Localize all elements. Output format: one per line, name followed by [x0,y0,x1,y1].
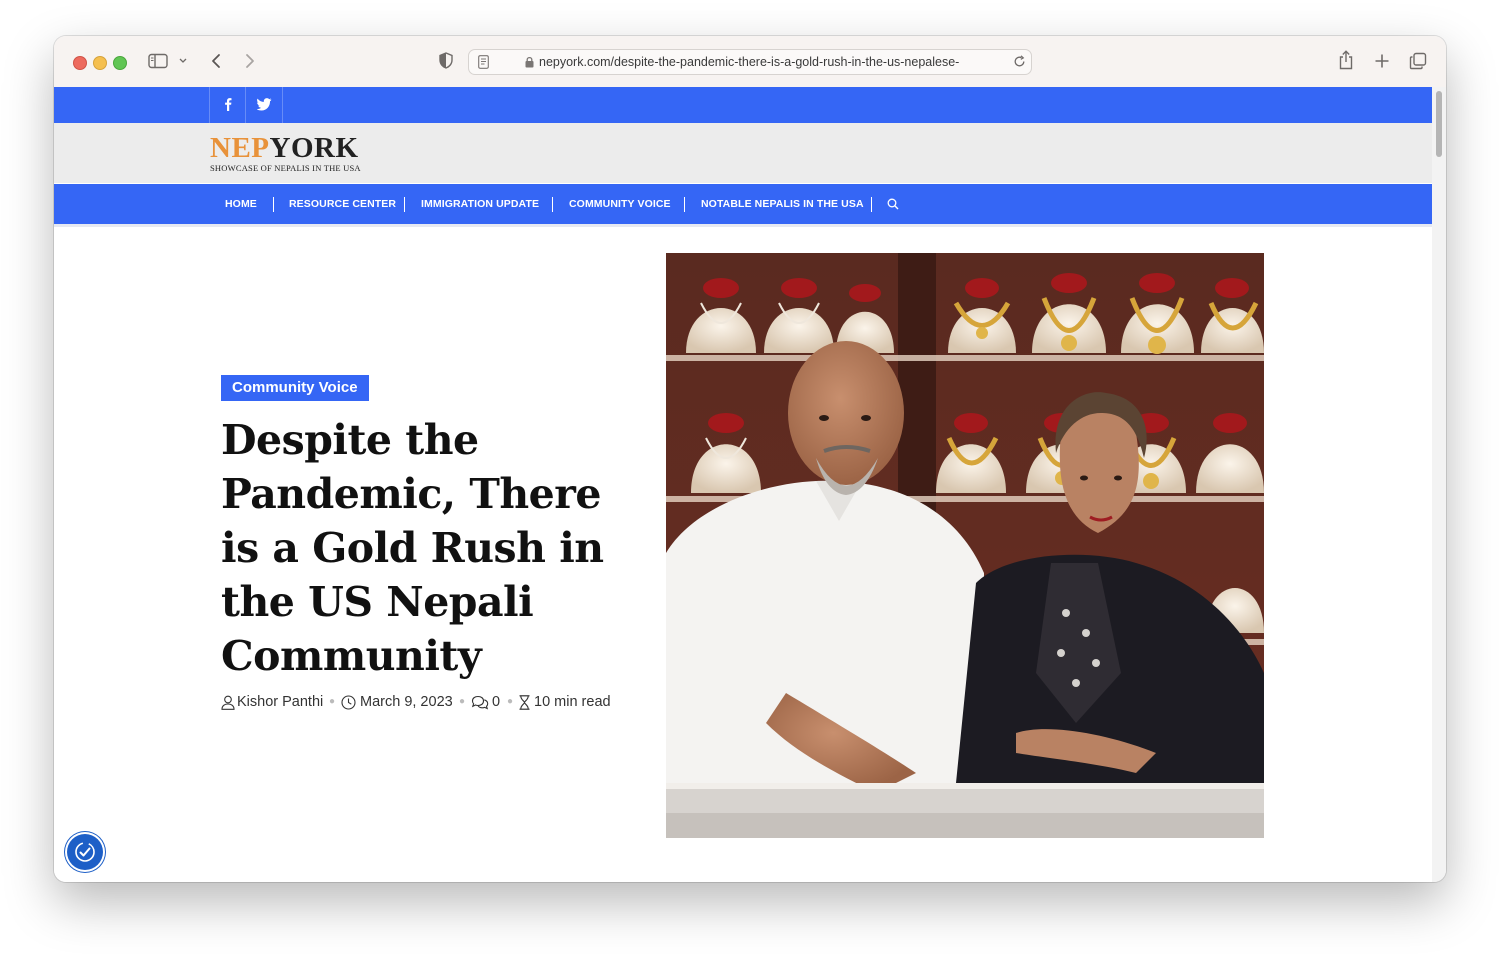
user-icon [221,695,235,710]
clock-icon [341,695,356,710]
meta-separator: ● [329,696,336,707]
twitter-link[interactable] [245,87,283,123]
publish-date: March 9, 2023 [360,694,453,710]
accessibility-icon [75,842,95,862]
facebook-link[interactable] [209,87,246,123]
reader-mode-icon[interactable] [478,55,489,69]
nav-item-notable-nepalis[interactable]: NOTABLE NEPALIS IN THE USA [701,184,864,224]
forward-icon[interactable] [244,53,256,69]
nav-separator [684,197,685,212]
logo-york: YORK [269,132,359,164]
sidebar-toggle-icon[interactable] [148,53,168,69]
nav-item-community-voice[interactable]: COMMUNITY VOICE [569,184,671,224]
site-header: NEPYORK SHOWCASE OF NEPALIS IN THE USA [54,123,1432,183]
hero-image [666,253,1264,838]
comments-icon [471,695,489,710]
new-tab-icon[interactable] [1374,53,1390,69]
nav-separator [552,197,553,212]
hourglass-icon [519,695,530,710]
nav-divider [54,224,1432,227]
category-badge[interactable]: Community Voice [221,375,369,401]
social-top-bar [54,87,1432,123]
site-logo[interactable]: NEPYORK SHOWCASE OF NEPALIS IN THE USA [210,133,361,173]
browser-window: nepyork.com/despite-the-pandemic-there-i… [54,36,1446,882]
browser-toolbar: nepyork.com/despite-the-pandemic-there-i… [54,36,1446,88]
author-name[interactable]: Kishor Panthi [237,691,323,713]
close-window-button[interactable] [73,56,87,70]
meta-separator: ● [507,696,514,707]
accessibility-button[interactable] [67,834,103,870]
back-icon[interactable] [210,53,222,69]
logo-nep: NEP [210,132,270,164]
webpage: NEPYORK SHOWCASE OF NEPALIS IN THE USA H… [54,87,1432,882]
address-bar[interactable]: nepyork.com/despite-the-pandemic-there-i… [468,49,1032,75]
privacy-shield-icon[interactable] [439,52,453,69]
article-title: Despite the Pandemic, There is a Gold Ru… [221,416,604,680]
twitter-icon [257,98,272,111]
nav-separator [871,197,872,212]
lock-icon [525,56,534,68]
chevron-down-icon[interactable] [179,58,187,64]
zoom-window-button[interactable] [113,56,127,70]
nav-separator [404,197,405,212]
meta-separator: ● [459,696,466,707]
tab-overview-icon[interactable] [1409,52,1427,70]
nav-item-immigration-update[interactable]: IMMIGRATION UPDATE [421,184,539,224]
nav-separator [273,197,274,212]
minimize-window-button[interactable] [93,56,107,70]
read-time: 10 min read [534,694,611,710]
comment-count[interactable]: 0 [492,691,500,713]
share-icon[interactable] [1338,50,1354,70]
page-scrollbar[interactable] [1432,87,1446,882]
reload-icon[interactable] [1013,55,1026,68]
url-text: nepyork.com/despite-the-pandemic-there-i… [539,55,960,69]
logo-tagline: SHOWCASE OF NEPALIS IN THE USA [210,163,361,173]
main-nav: HOME RESOURCE CENTER IMMIGRATION UPDATE … [54,184,1432,224]
nav-item-home[interactable]: HOME [225,184,257,224]
scrollbar-thumb[interactable] [1436,91,1442,157]
search-icon[interactable] [887,198,899,210]
nav-item-resource-center[interactable]: RESOURCE CENTER [289,184,396,224]
facebook-icon [225,98,232,111]
